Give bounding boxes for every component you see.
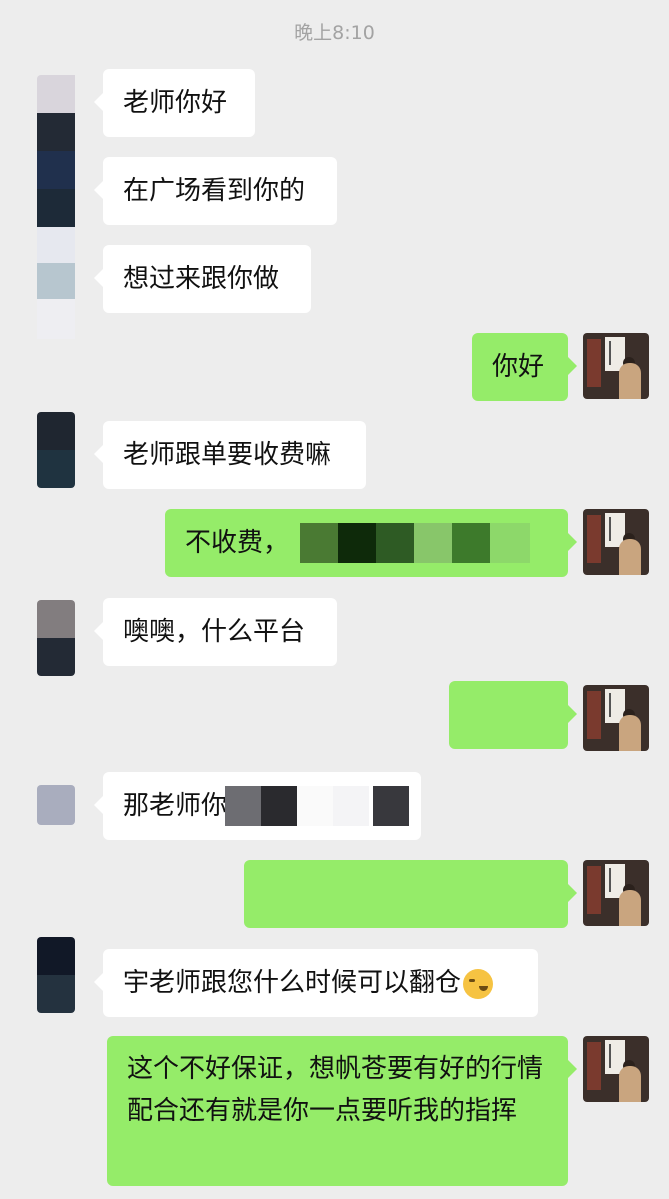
message-text: 那老师你 bbox=[123, 791, 228, 821]
crying-laughing-emoji-icon bbox=[463, 968, 494, 999]
message-bubble[interactable]: 你好 bbox=[472, 333, 577, 401]
message-bubble[interactable]: 那老师你 bbox=[94, 772, 421, 840]
message-bubble[interactable]: 噢噢，什么平台 bbox=[94, 598, 337, 666]
user-avatar[interactable] bbox=[37, 600, 75, 676]
teacher-avatar-icon[interactable] bbox=[583, 860, 649, 926]
pixelated-redaction bbox=[225, 786, 415, 826]
user-avatar[interactable] bbox=[37, 785, 75, 825]
message-text: 不收费， bbox=[185, 528, 290, 558]
message-bubble[interactable]: 这个不好保证，想帆苍要有好的行情配合还有就是你一点要听我的指挥 bbox=[107, 1036, 577, 1186]
message-bubble[interactable]: 老师跟单要收费嘛 bbox=[94, 421, 366, 489]
user-avatar[interactable] bbox=[37, 937, 75, 1013]
teacher-avatar-icon[interactable] bbox=[583, 333, 649, 399]
user-avatar[interactable] bbox=[37, 75, 103, 345]
message-bubble[interactable] bbox=[449, 681, 577, 749]
message-bubble[interactable]: 老师你好 bbox=[94, 69, 255, 137]
teacher-avatar-icon[interactable] bbox=[583, 509, 649, 575]
message-text: 宇老师跟您什么时候可以翻仓 bbox=[123, 968, 462, 998]
message-text: 想过来跟你做 bbox=[123, 264, 280, 294]
message-bubble[interactable]: 在广场看到你的 bbox=[94, 157, 337, 225]
message-text: 老师你好 bbox=[123, 88, 228, 118]
message-text: 你好 bbox=[492, 352, 545, 382]
message-text: 这个不好保证，想帆苍要有好的行情配合还有就是你一点要听我的指挥 bbox=[127, 1054, 544, 1126]
message-bubble[interactable]: 想过来跟你做 bbox=[94, 245, 311, 313]
user-avatar[interactable] bbox=[37, 412, 75, 488]
message-text: 老师跟单要收费嘛 bbox=[123, 440, 332, 470]
teacher-avatar-icon[interactable] bbox=[583, 685, 649, 751]
chat-timestamp: 晚上8:10 bbox=[294, 22, 375, 44]
message-bubble[interactable]: 不收费， bbox=[165, 509, 577, 577]
message-bubble[interactable]: 宇老师跟您什么时候可以翻仓 bbox=[94, 949, 538, 1017]
message-text: 噢噢，什么平台 bbox=[123, 617, 306, 647]
message-text: 在广场看到你的 bbox=[123, 176, 306, 206]
teacher-avatar-icon[interactable] bbox=[583, 1036, 649, 1102]
message-bubble[interactable] bbox=[244, 860, 577, 928]
pixelated-redaction bbox=[300, 523, 540, 563]
